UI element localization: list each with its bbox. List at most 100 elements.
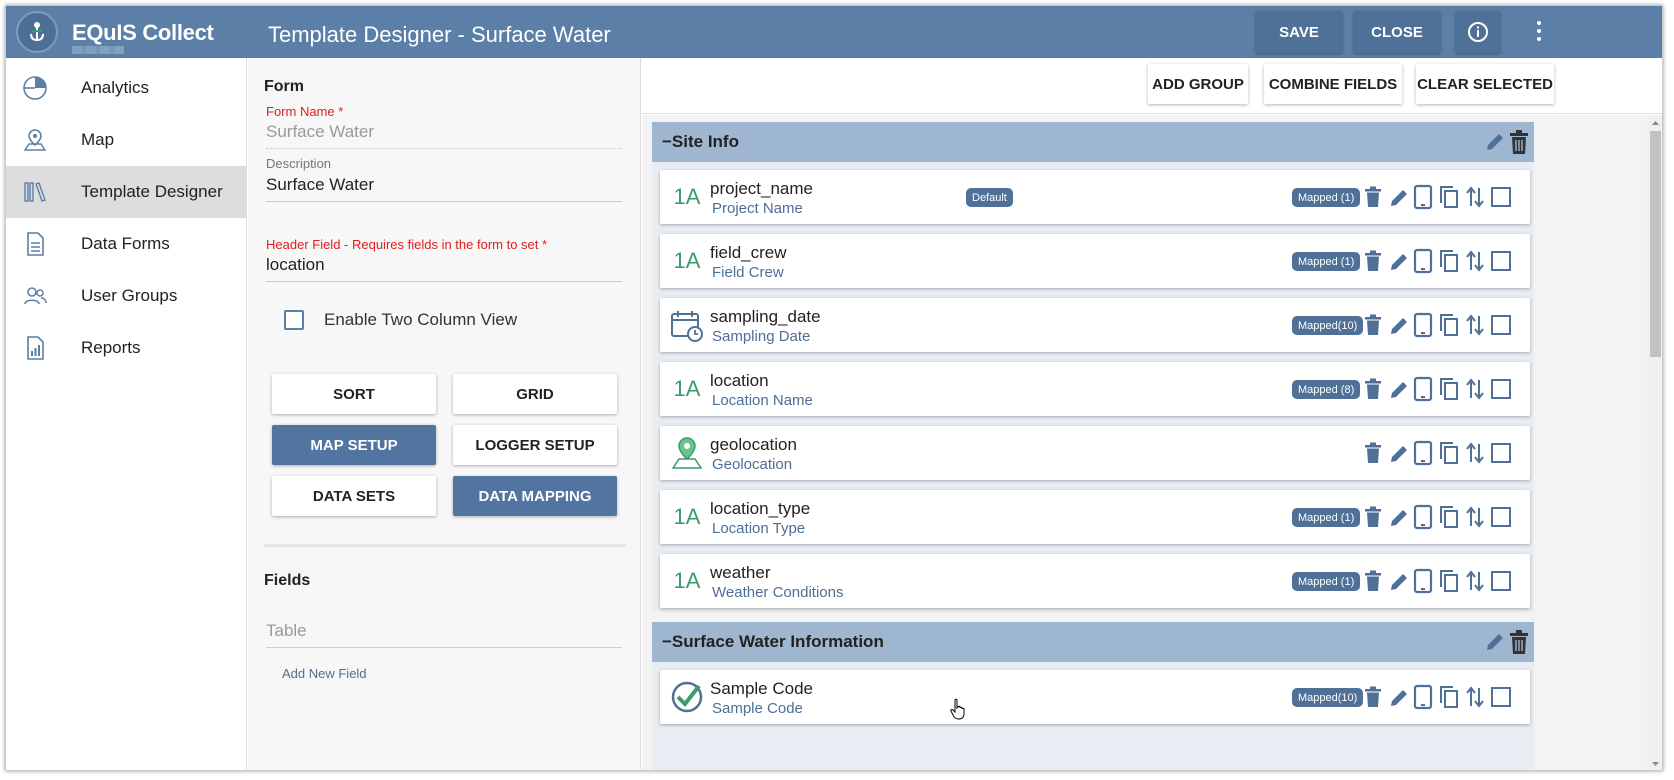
trash-icon[interactable] (1508, 629, 1530, 655)
select-checkbox[interactable] (1490, 440, 1512, 466)
scroll-down-arrow-icon[interactable] (1647, 758, 1663, 770)
trash-icon[interactable] (1362, 376, 1384, 402)
copy-icon[interactable] (1438, 312, 1460, 338)
copy-icon[interactable] (1438, 684, 1460, 710)
description-input[interactable]: Surface Water (266, 175, 622, 202)
copy-icon[interactable] (1438, 248, 1460, 274)
field-card-location[interactable]: 1A location Location Name Mapped (8) (660, 362, 1530, 416)
mapped-badge[interactable]: Mapped (8) (1292, 380, 1361, 399)
pencil-icon[interactable] (1388, 376, 1410, 402)
swap-vertical-icon[interactable] (1464, 184, 1486, 210)
save-button[interactable]: SAVE (1256, 11, 1342, 53)
more-vert-icon[interactable] (1531, 16, 1547, 46)
field-card-sampling-date[interactable]: sampling_date Sampling Date Mapped(10) (660, 298, 1530, 352)
trash-icon[interactable] (1362, 184, 1384, 210)
grid-button[interactable]: GRID (453, 374, 617, 414)
trash-icon[interactable] (1362, 684, 1384, 710)
tablet-icon[interactable] (1412, 684, 1434, 710)
sidebar-item-data-forms[interactable]: Data Forms (6, 218, 247, 270)
add-group-button[interactable]: ADD GROUP (1148, 64, 1248, 104)
sort-button[interactable]: SORT (272, 374, 436, 414)
swap-vertical-icon[interactable] (1464, 568, 1486, 594)
tablet-icon[interactable] (1412, 440, 1434, 466)
pencil-icon[interactable] (1388, 184, 1410, 210)
select-checkbox[interactable] (1490, 684, 1512, 710)
sidebar-item-analytics[interactable]: Analytics (6, 62, 247, 114)
combine-fields-button[interactable]: COMBINE FIELDS (1264, 64, 1402, 104)
pencil-icon[interactable] (1484, 631, 1506, 653)
field-card-field-crew[interactable]: 1A field_crew Field Crew Mapped (1) (660, 234, 1530, 288)
select-checkbox[interactable] (1490, 568, 1512, 594)
field-card-weather[interactable]: 1A weather Weather Conditions Mapped (1) (660, 554, 1530, 608)
scroll-up-arrow-icon[interactable] (1647, 117, 1663, 129)
select-checkbox[interactable] (1490, 376, 1512, 402)
add-new-field-link[interactable]: Add New Field (282, 666, 367, 681)
mapped-badge[interactable]: Mapped (1) (1292, 572, 1361, 591)
pencil-icon[interactable] (1388, 504, 1410, 530)
select-checkbox[interactable] (1490, 312, 1512, 338)
copy-icon[interactable] (1438, 568, 1460, 594)
equis-logo[interactable] (16, 11, 58, 53)
sidebar-item-template-designer[interactable]: Template Designer (6, 166, 247, 218)
field-card-sample-code[interactable]: Sample Code Sample Code Mapped(10) (660, 670, 1530, 724)
map-setup-button[interactable]: MAP SETUP (272, 425, 436, 465)
trash-icon[interactable] (1362, 440, 1384, 466)
select-checkbox[interactable] (1490, 504, 1512, 530)
swap-vertical-icon[interactable] (1464, 312, 1486, 338)
select-checkbox[interactable] (1490, 184, 1512, 210)
trash-icon[interactable] (1362, 568, 1384, 594)
mapped-badge[interactable]: Mapped (1) (1292, 252, 1361, 271)
pencil-icon[interactable] (1484, 131, 1506, 153)
table-select[interactable]: Table (266, 621, 622, 648)
info-button[interactable] (1456, 11, 1500, 53)
tablet-icon[interactable] (1412, 568, 1434, 594)
field-card-location-type[interactable]: 1A location_type Location Type Mapped (1… (660, 490, 1530, 544)
copy-icon[interactable] (1438, 376, 1460, 402)
data-sets-button[interactable]: DATA SETS (272, 476, 436, 516)
copy-icon[interactable] (1438, 440, 1460, 466)
swap-vertical-icon[interactable] (1464, 440, 1486, 466)
mapped-badge[interactable]: Mapped(10) (1292, 316, 1364, 335)
vertical-scrollbar[interactable] (1647, 115, 1663, 770)
tablet-icon[interactable] (1412, 248, 1434, 274)
pencil-icon[interactable] (1388, 440, 1410, 466)
form-name-input[interactable]: Surface Water (266, 122, 622, 149)
trash-icon[interactable] (1362, 504, 1384, 530)
trash-icon[interactable] (1508, 129, 1530, 155)
header-field-select[interactable]: location (266, 255, 622, 282)
pencil-icon[interactable] (1388, 684, 1410, 710)
tablet-icon[interactable] (1412, 312, 1434, 338)
sidebar-item-map[interactable]: Map (6, 114, 247, 166)
field-card-geolocation[interactable]: geolocation Geolocation (660, 426, 1530, 480)
tablet-icon[interactable] (1412, 504, 1434, 530)
trash-icon[interactable] (1362, 312, 1384, 338)
mapped-badge[interactable]: Mapped (1) (1292, 508, 1361, 527)
group-header[interactable]: −Surface Water Information (652, 622, 1534, 662)
close-button[interactable]: CLOSE (1354, 11, 1440, 53)
swap-vertical-icon[interactable] (1464, 504, 1486, 530)
trash-icon[interactable] (1362, 248, 1384, 274)
select-checkbox[interactable] (1490, 248, 1512, 274)
clear-selected-button[interactable]: CLEAR SELECTED (1416, 64, 1554, 104)
sidebar-item-reports[interactable]: Reports (6, 322, 247, 374)
field-card-project-name[interactable]: 1A project_name Project Name Default Map… (660, 170, 1530, 224)
logger-setup-button[interactable]: LOGGER SETUP (453, 425, 617, 465)
sidebar-item-user-groups[interactable]: User Groups (6, 270, 247, 322)
swap-vertical-icon[interactable] (1464, 248, 1486, 274)
mapped-badge[interactable]: Mapped (1) (1292, 188, 1361, 207)
two-column-checkbox[interactable] (284, 310, 304, 330)
data-mapping-button[interactable]: DATA MAPPING (453, 476, 617, 516)
fields-heading: Fields (264, 572, 311, 589)
copy-icon[interactable] (1438, 184, 1460, 210)
tablet-icon[interactable] (1412, 184, 1434, 210)
swap-vertical-icon[interactable] (1464, 376, 1486, 402)
pencil-icon[interactable] (1388, 248, 1410, 274)
scroll-thumb[interactable] (1650, 131, 1661, 357)
swap-vertical-icon[interactable] (1464, 684, 1486, 710)
mapped-badge[interactable]: Mapped(10) (1292, 688, 1364, 707)
copy-icon[interactable] (1438, 504, 1460, 530)
group-header[interactable]: −Site Info (652, 122, 1534, 162)
tablet-icon[interactable] (1412, 376, 1434, 402)
pencil-icon[interactable] (1388, 312, 1410, 338)
pencil-icon[interactable] (1388, 568, 1410, 594)
